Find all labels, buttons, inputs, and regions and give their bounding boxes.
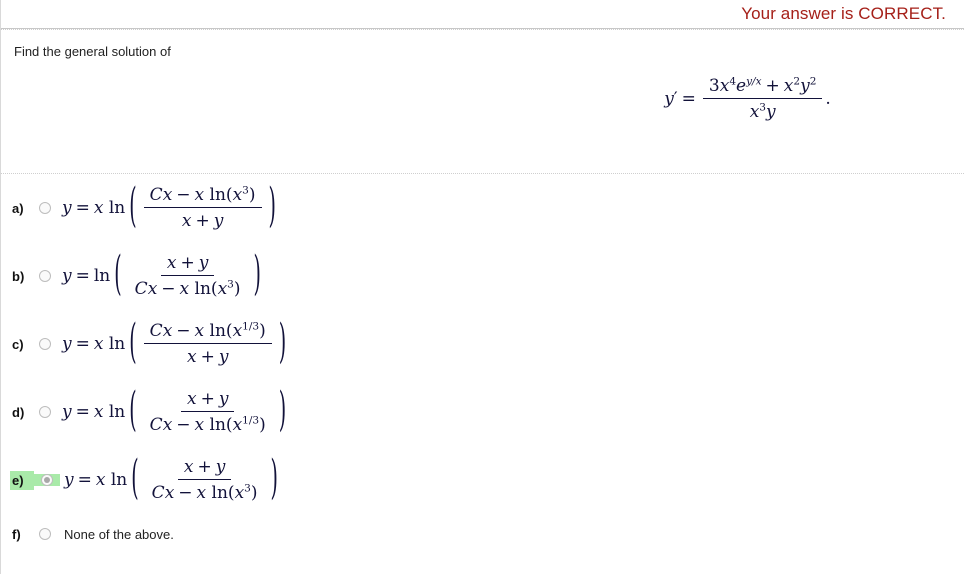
verdict-text: Your answer is CORRECT. [741,4,946,23]
option-row-f[interactable]: f) None of the above. [1,514,964,554]
option-row-a[interactable]: a) y = x ln ( Cx − x ln(x3) x + y ) [1,174,964,242]
radio-button-d[interactable] [39,406,51,418]
paren-close-e: ) [270,450,278,505]
option-denominator-e: Cx − x ln(x3) [151,482,258,503]
option-label-a: a) [12,200,24,216]
equation-numerator: 3x4ey/x + x2y2 [702,76,823,100]
question-equation: y′ = 3x4ey/x + x2y2 x3y . [1,76,964,122]
question-block: Find the general solution of y′ = 3x4ey/… [1,30,964,173]
equation-lhs: y′ [664,88,678,109]
radio-cell-c[interactable] [32,338,58,350]
option-math-d: y = x ln ( x + y Cx − x ln(x1/3) ) [62,382,287,437]
question-prompt: Find the general solution of [14,44,171,59]
option-math-e: y = x ln ( x + y Cx − x ln(x3) ) [64,450,278,505]
radio-cell-b[interactable] [32,270,58,282]
option-row-c[interactable]: c) y = x ln ( Cx − x ln(x1/3) x + y ) [1,310,964,378]
paren-close-b: ) [253,246,261,301]
option-numerator-b: x + y [160,253,215,276]
paren-open-b: ( [114,246,122,301]
verdict-banner: Your answer is CORRECT. [1,0,964,29]
radio-button-e[interactable] [41,474,53,486]
paren-close-d: ) [278,382,287,437]
radio-button-a[interactable] [39,202,51,214]
option-fraction-e: x + y Cx − x ln(x3) [146,457,264,503]
option-label-b: b) [12,268,25,284]
option-label-c: c) [12,336,24,352]
paren-open-c: ( [129,314,137,369]
option-label-f: f) [12,526,21,542]
option-label-e: e) [10,470,34,490]
paren-open-a: ( [129,178,137,233]
paren-close-a: ) [268,178,276,233]
radio-cell-a[interactable] [32,202,58,214]
option-numerator-e: x + y [177,457,232,480]
equation-period: . [825,88,831,109]
option-denominator-b: Cx − x ln(x3) [134,278,241,299]
quiz-page: Your answer is CORRECT. Find the general… [0,0,964,574]
paren-open-d: ( [129,382,137,437]
option-fraction-a: Cx − x ln(x3) x + y [143,185,262,231]
paren-open-e: ( [131,450,139,505]
option-numerator-d: x + y [180,389,235,412]
option-math-a: y = x ln ( Cx − x ln(x3) x + y ) [62,178,276,233]
option-math-b: y = ln ( x + y Cx − x ln(x3) ) [62,246,261,301]
option-row-d[interactable]: d) y = x ln ( x + y Cx − x ln(x1/3) ) [1,378,964,446]
radio-cell-e[interactable] [34,474,60,486]
option-denominator-a: x + y [181,211,224,231]
option-row-b[interactable]: b) y = ln ( x + y Cx − x ln(x3) ) [1,242,964,310]
radio-cell-d[interactable] [32,406,58,418]
option-fraction-b: x + y Cx − x ln(x3) [129,253,247,299]
option-label-d: d) [12,404,25,420]
option-math-c: y = x ln ( Cx − x ln(x1/3) x + y ) [62,314,287,369]
option-denominator-c: x + y [186,347,229,367]
option-numerator-a: Cx − x ln(x3) [143,185,262,208]
option-denominator-d: Cx − x ln(x1/3) [149,414,266,435]
option-fraction-d: x + y Cx − x ln(x1/3) [144,389,272,435]
option-text-f: None of the above. [64,526,174,542]
answer-options: a) y = x ln ( Cx − x ln(x3) x + y ) b) y = ln [1,174,964,554]
radio-button-f[interactable] [39,528,51,540]
equation-denominator: x3y [749,101,776,123]
radio-button-b[interactable] [39,270,51,282]
paren-close-c: ) [278,314,287,369]
option-fraction-c: Cx − x ln(x1/3) x + y [143,321,272,367]
radio-button-c[interactable] [39,338,51,350]
equation-equals: = [681,88,696,109]
radio-cell-f[interactable] [32,528,58,540]
equation-fraction: 3x4ey/x + x2y2 x3y [702,76,823,123]
equation-math: y′ = 3x4ey/x + x2y2 x3y . [664,76,831,122]
option-numerator-c: Cx − x ln(x1/3) [143,321,272,344]
option-row-e[interactable]: e) y = x ln ( x + y Cx − x ln(x3) ) [1,446,964,514]
